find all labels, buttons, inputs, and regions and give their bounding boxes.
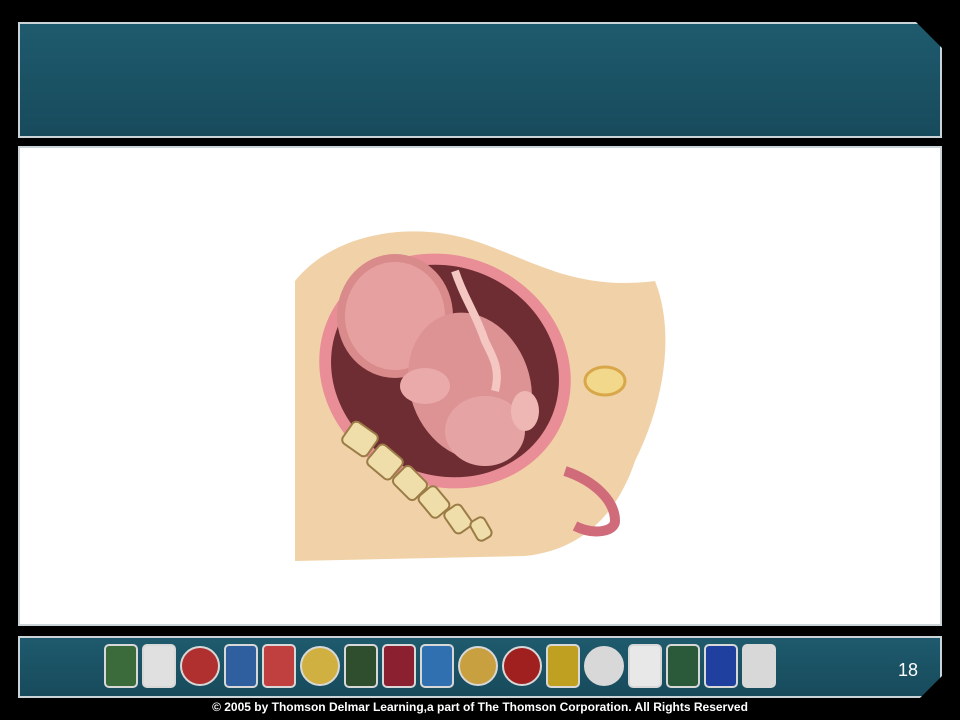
iowa-patch-icon [300,646,340,686]
county-patch-icon [142,644,176,688]
maltese-cross-patch-icon [502,646,542,686]
slide-footer-bar: 18 [18,636,942,698]
fountain-patch-icon [420,644,454,688]
county-ems-patch-icon [546,644,580,688]
boston-patch-icon [344,644,378,688]
medic-patch-icon [742,644,776,688]
texas-patch-icon [704,644,738,688]
emergency-patch-row [104,644,776,688]
ems-patch-icon [104,644,138,688]
mountain-patch-icon [584,646,624,686]
ems-green-patch-icon [666,644,700,688]
ems-medical-patch-icon [382,644,416,688]
seal-patch-icon [458,646,498,686]
fetus-in-utero-illustration [295,231,666,561]
slide-title-bar [18,22,942,138]
middleton-patch-icon [628,644,662,688]
page-number: 18 [897,660,918,680]
copyright-text: © 2005 by Thomson Delmar Learning,a part… [212,700,748,714]
slide-content-panel [18,146,942,626]
fire-rescue-patch-icon [180,646,220,686]
star-of-life-patch-icon [224,644,258,688]
medical-patch-icon [262,644,296,688]
